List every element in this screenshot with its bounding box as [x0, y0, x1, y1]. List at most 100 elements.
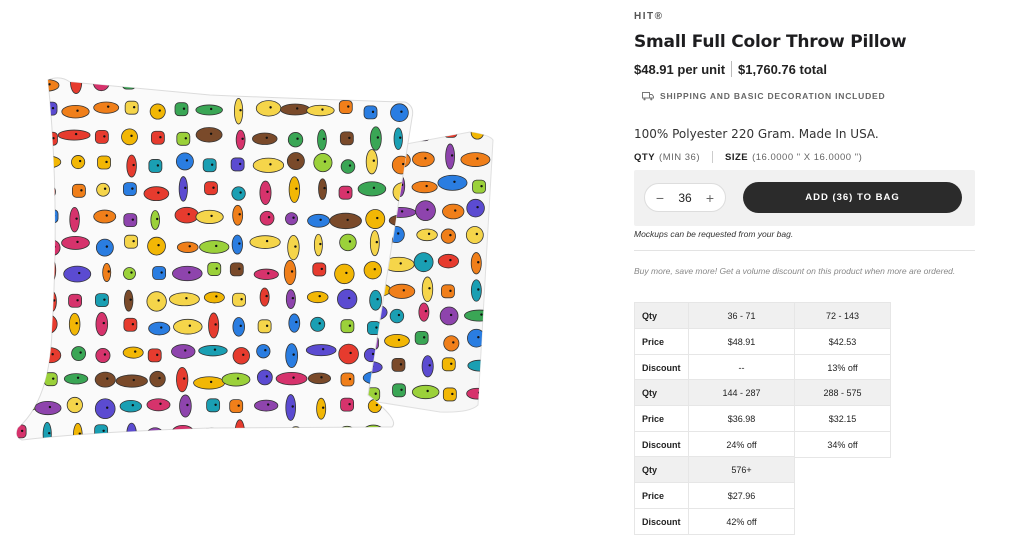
microbe-print	[421, 355, 434, 378]
microbe-print	[71, 346, 87, 361]
tier-price: $48.91	[688, 328, 795, 355]
microbe-eye	[159, 81, 162, 85]
microbe-print	[230, 157, 245, 172]
microbe-print	[18, 315, 29, 339]
microbe-eye	[371, 110, 375, 114]
microbe-eye	[402, 434, 405, 437]
pillow-illustration	[16, 77, 494, 441]
microbe-print	[16, 287, 27, 311]
microbe-eye	[155, 434, 159, 438]
microbe-eye	[159, 136, 162, 139]
increment-button[interactable]: +	[703, 191, 717, 205]
quantity-value[interactable]: 36	[678, 191, 691, 205]
microbe-eye	[348, 324, 352, 327]
microbe-eye	[24, 375, 27, 379]
microbe-print	[16, 185, 28, 200]
microbe-print	[16, 155, 35, 169]
microbe-print	[152, 266, 167, 280]
add-to-bag-button[interactable]: ADD (36) TO BAG	[743, 182, 962, 213]
microbe-eye	[424, 132, 427, 135]
microbe-print	[440, 228, 456, 244]
microbe-eye	[319, 218, 322, 221]
qty-label: QTY	[634, 151, 656, 163]
microbe-print	[94, 424, 109, 439]
microbe-eye	[321, 406, 325, 409]
microbe-print	[259, 210, 275, 226]
microbe-print	[17, 210, 32, 224]
add-to-bag-panel: − 36 + ADD (36) TO BAG	[634, 170, 975, 226]
tier-discount: 24% off	[688, 431, 795, 458]
microbe-print	[393, 127, 403, 151]
microbe-eye	[26, 241, 29, 244]
microbe-print	[313, 153, 333, 173]
microbe-print	[193, 376, 226, 390]
microbe-print	[411, 180, 438, 194]
microbe-print	[441, 357, 456, 372]
tier-discount-label: Discount	[634, 508, 689, 535]
microbe-print	[306, 428, 334, 441]
microbe-eye	[265, 239, 269, 243]
microbe-eye	[265, 294, 268, 298]
microbe-print	[40, 184, 56, 200]
microbe-eye	[476, 205, 479, 209]
microbe-print	[198, 345, 228, 357]
microbe-print	[357, 181, 387, 197]
tier-qty-label: Qty	[634, 456, 689, 483]
microbe-eye	[48, 321, 51, 325]
microbe-eye	[397, 338, 401, 342]
microbe-print	[316, 397, 327, 420]
microbe-print	[257, 319, 272, 334]
quantity-stepper[interactable]: − 36 +	[644, 183, 726, 212]
microbe-eye	[22, 270, 26, 274]
tier-qty-label: Qty	[634, 302, 689, 329]
microbe-print	[16, 132, 30, 146]
microbe-eye	[477, 261, 480, 264]
microbe-eye	[375, 240, 379, 244]
microbe-eye	[349, 351, 352, 355]
microbe-print	[123, 213, 138, 228]
microbe-print	[288, 313, 301, 333]
microbe-eye	[321, 108, 324, 111]
microbe-eye	[76, 109, 79, 112]
price-tier-table: 72 - 143 $42.53 13% off	[794, 302, 891, 381]
microbe-eye	[187, 212, 190, 216]
microbe-eye	[449, 258, 452, 262]
microbe-print	[69, 206, 80, 233]
microbe-print	[287, 234, 300, 261]
qty-min: (MIN 36)	[659, 151, 700, 163]
microbe-print	[93, 101, 120, 114]
microbe-eye	[156, 217, 159, 221]
microbe-eye	[78, 159, 82, 163]
microbe-print	[34, 155, 62, 169]
microbe-print	[414, 330, 429, 345]
microbe-eye	[188, 245, 191, 248]
microbe-print	[148, 159, 163, 173]
microbe-print	[176, 241, 199, 253]
microbe-eye	[400, 210, 404, 213]
product-image[interactable]	[0, 0, 600, 553]
decrement-button[interactable]: −	[653, 191, 667, 205]
microbe-eye	[158, 376, 161, 380]
microbe-print	[310, 316, 326, 332]
microbe-eye	[399, 78, 403, 82]
microbe-print	[35, 79, 60, 92]
microbe-print	[307, 372, 332, 385]
microbe-eye	[451, 392, 454, 396]
microbe-eye	[292, 216, 295, 219]
microbe-eye	[26, 82, 29, 85]
microbe-print	[287, 132, 304, 148]
microbe-print	[115, 374, 148, 388]
microbe-eye	[375, 326, 378, 329]
microbe-print	[289, 426, 303, 440]
microbe-eye	[25, 215, 28, 218]
microbe-eye	[213, 348, 217, 351]
microbe-eye	[106, 105, 110, 108]
microbe-print	[232, 347, 250, 365]
microbe-eye	[296, 137, 299, 140]
microbe-print	[92, 77, 110, 92]
microbe-print	[202, 158, 217, 173]
microbe-eye	[160, 326, 163, 329]
microbe-print	[204, 181, 218, 196]
microbe-print	[365, 209, 386, 229]
microbe-eye	[399, 136, 402, 139]
